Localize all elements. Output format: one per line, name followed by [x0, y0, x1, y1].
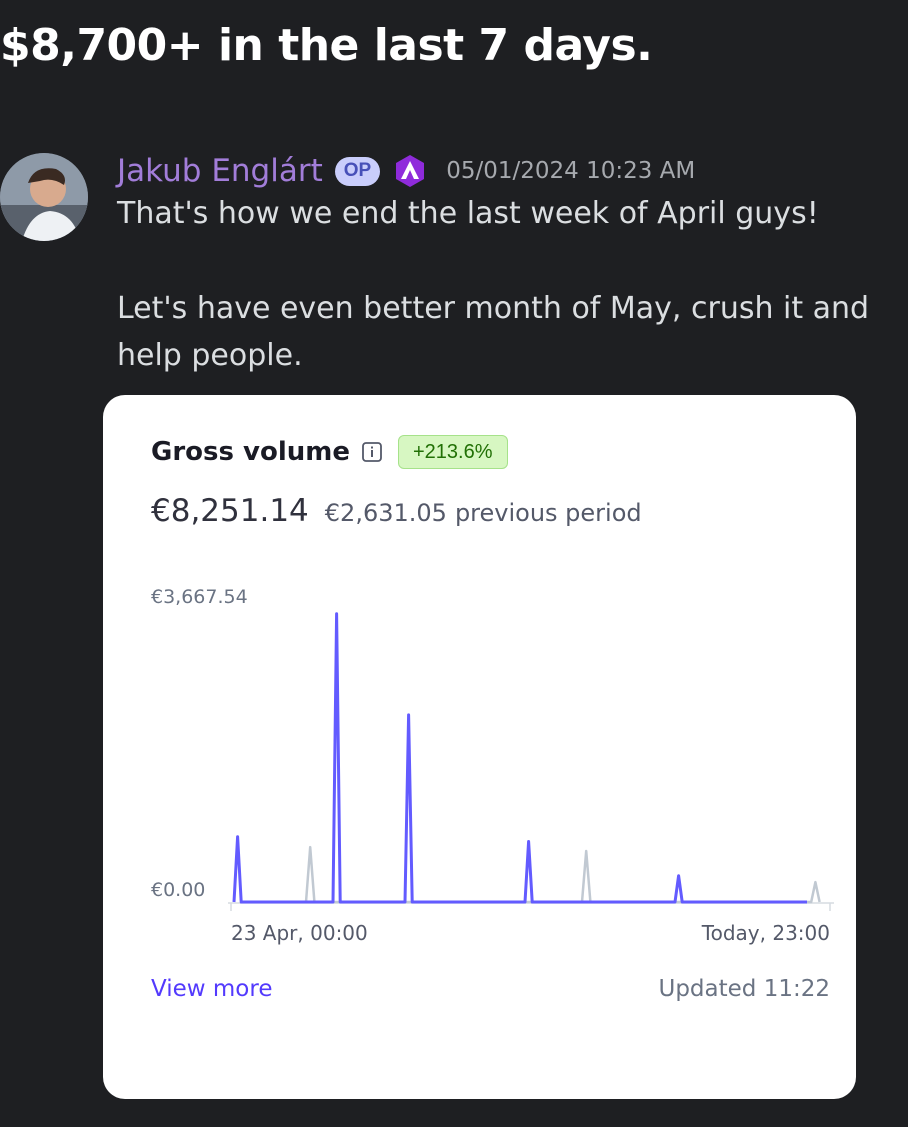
y-tick-label-zero: €0.00 [151, 879, 205, 901]
x-tick-label-end: Today, 23:00 [701, 921, 830, 945]
post-title: $8,700+ in the last 7 days. [0, 20, 653, 71]
series-line-previous [304, 845, 821, 904]
message-line: Let's have even better month of May, cru… [117, 291, 870, 326]
y-tick-label-max: €3,667.54 [151, 586, 248, 608]
message-line: help people. [117, 338, 303, 373]
author-name[interactable]: Jakub Englárt [117, 153, 323, 189]
x-tick-label-start: 23 Apr, 00:00 [231, 921, 368, 945]
message-line: That's how we end the last week of April… [117, 196, 819, 231]
triangle-a-icon[interactable] [392, 153, 428, 189]
gross-volume-card[interactable]: Gross volume +213.6% €8,251.14 €2,631.05… [103, 395, 856, 1099]
updated-time: Updated 11:22 [658, 976, 831, 1002]
message-timestamp: 05/01/2024 10:23 AM [446, 158, 696, 184]
avatar-photo [0, 153, 88, 241]
view-more-link[interactable]: View more [151, 976, 272, 1002]
avatar[interactable] [0, 153, 88, 241]
message-header: Jakub Englárt OP 05/01/2024 10:23 AM [117, 150, 695, 192]
series-line-current [232, 612, 807, 904]
op-badge: OP [334, 156, 381, 186]
